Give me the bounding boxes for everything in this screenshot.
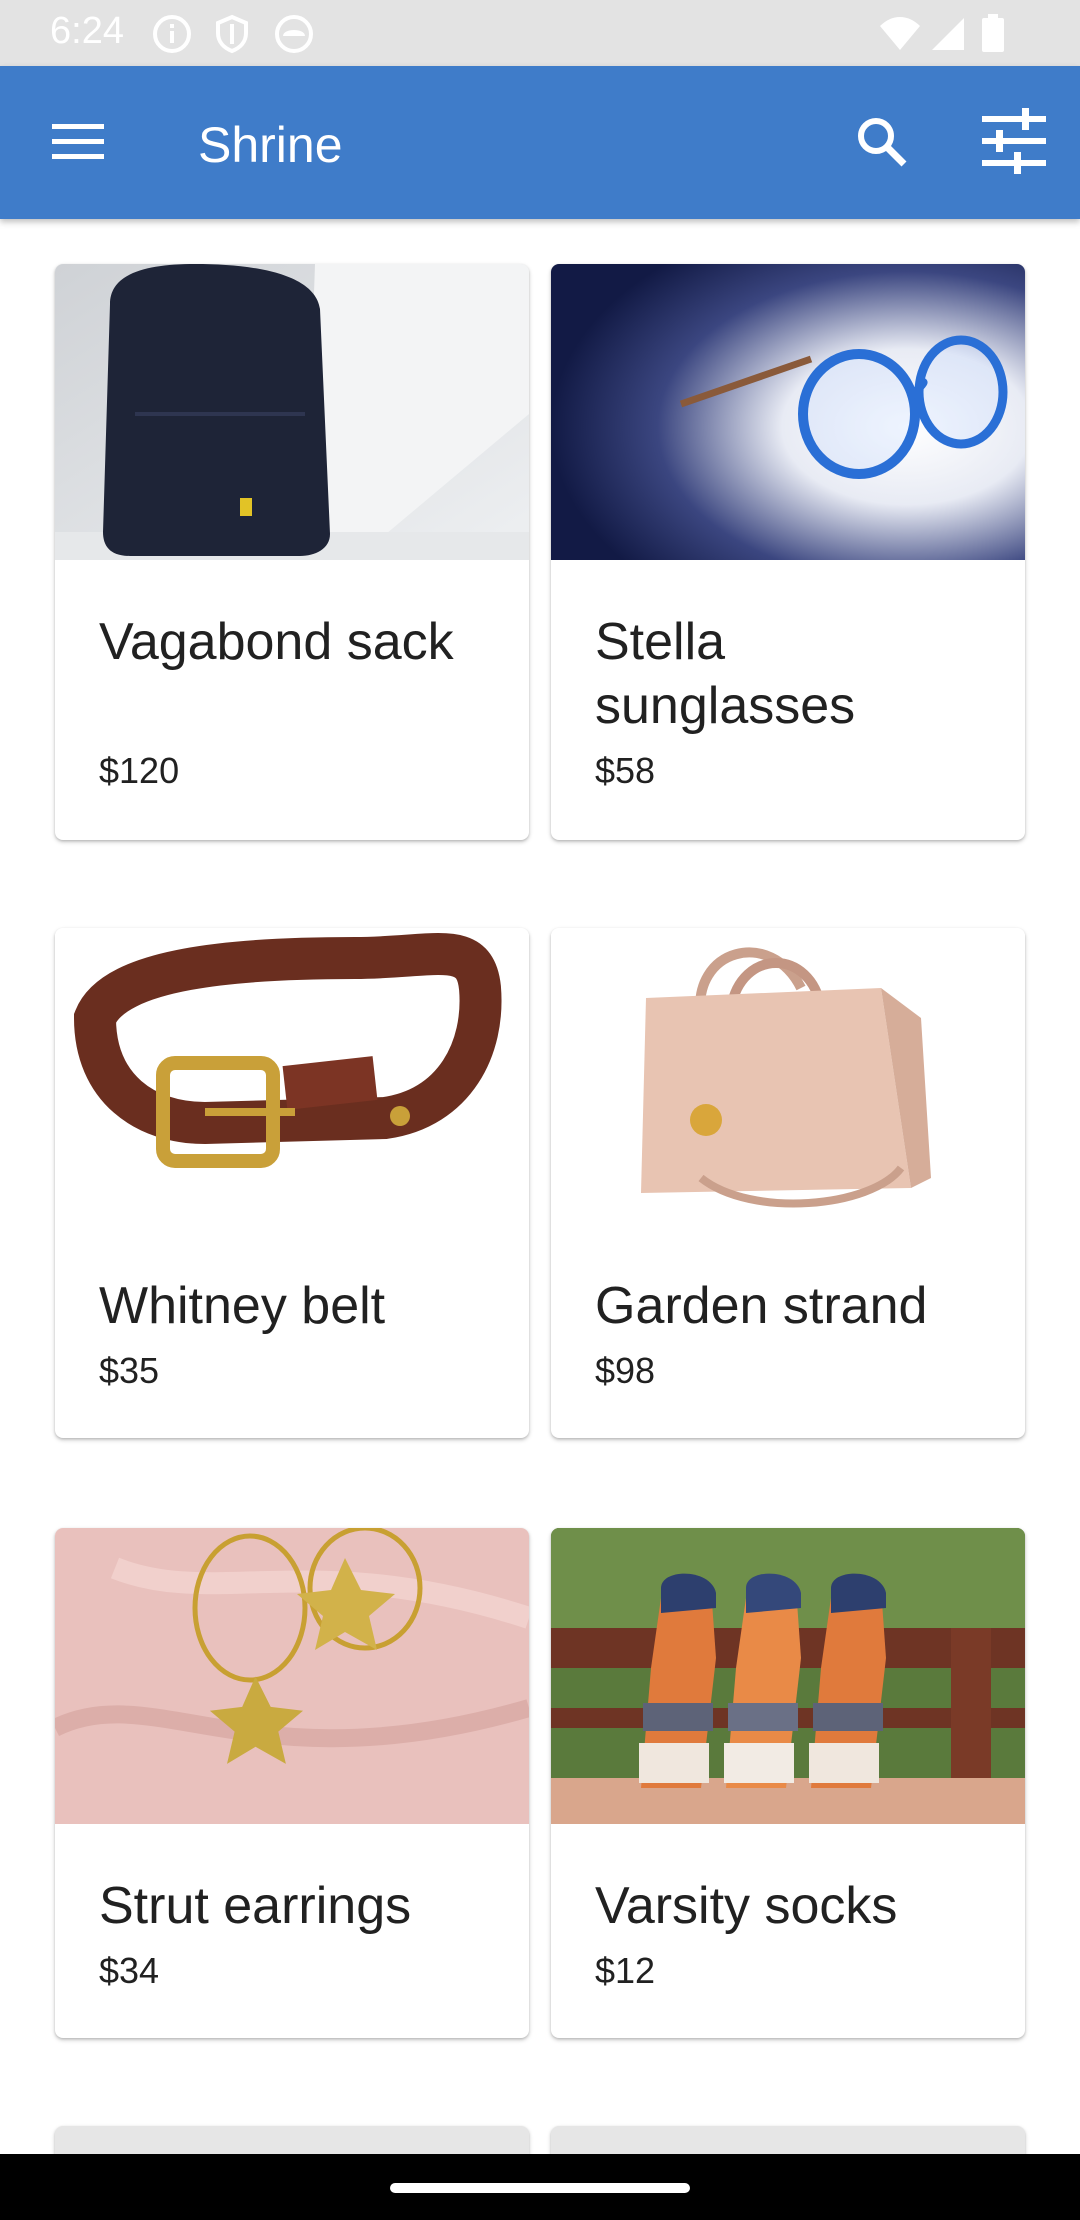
product-image-handbag: [551, 928, 1025, 1224]
product-price: $58: [595, 750, 656, 791]
status-bar: 6:24: [0, 0, 1080, 66]
product-price: $120: [99, 750, 180, 791]
app-title: Shrine: [198, 117, 343, 173]
product-image-backpack: [55, 264, 529, 560]
product-card[interactable]: Whitney belt $35: [55, 928, 529, 1438]
shield-icon: [216, 14, 248, 54]
product-name: Strut earrings: [99, 1877, 412, 1935]
app-bar: Shrine: [0, 66, 1080, 219]
info-icon: [153, 15, 191, 53]
battery-icon: [982, 14, 1004, 52]
product-name: Garden strand: [595, 1277, 928, 1335]
tune-icon[interactable]: [974, 102, 1054, 182]
menu-icon[interactable]: [38, 102, 118, 182]
product-card[interactable]: Strut earrings $34: [55, 1528, 529, 2038]
product-name: Vagabond sack: [99, 613, 454, 671]
product-card[interactable]: Varsity socks $12: [551, 1528, 1025, 2038]
product-price: $12: [595, 1950, 656, 1991]
product-image-belt: [55, 928, 529, 1224]
product-price: $98: [595, 1350, 656, 1391]
signal-icon: [932, 18, 964, 50]
product-price: $34: [99, 1950, 160, 1991]
android-icon: [275, 15, 313, 53]
product-card[interactable]: Stella sunglasses $58: [551, 264, 1025, 840]
wifi-icon: [880, 17, 920, 50]
product-card[interactable]: Vagabond sack $120: [55, 264, 529, 840]
product-name: Varsity socks: [595, 1877, 898, 1935]
product-name: Stella sunglasses: [595, 613, 856, 735]
navigation-bar: [0, 2154, 1080, 2220]
product-price: $35: [99, 1350, 160, 1391]
home-handle[interactable]: [390, 2183, 690, 2193]
status-time: 6:24: [50, 10, 124, 52]
product-image-earrings: [55, 1528, 529, 1824]
search-icon[interactable]: [842, 102, 922, 182]
product-card[interactable]: Garden strand $98: [551, 928, 1025, 1438]
product-image-glasses: [551, 264, 1025, 560]
product-name: Whitney belt: [99, 1277, 386, 1335]
product-image-socks: [551, 1528, 1025, 1824]
